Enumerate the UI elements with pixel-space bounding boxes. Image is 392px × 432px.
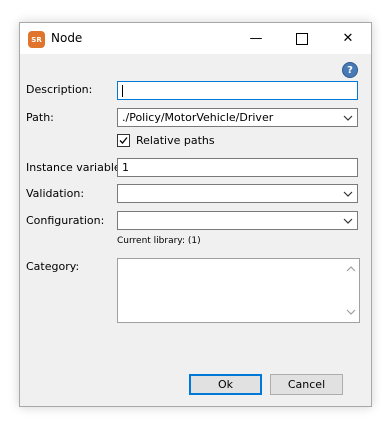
maximize-button[interactable] xyxy=(279,23,325,54)
instance-variable-label: Instance variable: xyxy=(26,161,125,174)
instance-variable-input[interactable]: 1 xyxy=(117,158,358,177)
maximize-icon xyxy=(296,32,308,45)
category-label: Category: xyxy=(26,260,80,273)
chevron-down-icon xyxy=(343,218,353,224)
node-dialog: SR Node — ✕ ? Description: Path: ./Polic… xyxy=(19,22,372,407)
description-label: Description: xyxy=(26,83,93,96)
relative-paths-checkbox[interactable] xyxy=(117,134,130,147)
validation-combobox[interactable] xyxy=(117,184,358,203)
cancel-button[interactable]: Cancel xyxy=(270,374,343,395)
scroll-down-icon[interactable] xyxy=(346,307,356,317)
path-combobox[interactable]: ./Policy/MotorVehicle/Driver xyxy=(117,108,358,127)
relative-paths-label[interactable]: Relative paths xyxy=(136,134,215,147)
scroll-up-icon[interactable] xyxy=(346,264,356,274)
window-title: Node xyxy=(51,31,83,45)
app-icon: SR xyxy=(28,31,45,48)
ok-button[interactable]: Ok xyxy=(189,374,262,395)
path-label: Path: xyxy=(26,111,54,124)
category-textarea[interactable] xyxy=(117,258,360,323)
description-input[interactable] xyxy=(117,81,358,100)
current-library-note: Current library: (1) xyxy=(117,236,201,246)
minimize-icon: — xyxy=(249,31,263,46)
help-icon[interactable]: ? xyxy=(342,62,358,78)
text-caret xyxy=(122,85,123,97)
checkmark-icon xyxy=(119,137,128,144)
chevron-down-icon xyxy=(343,115,353,121)
configuration-label: Configuration: xyxy=(26,214,105,227)
configuration-combobox[interactable] xyxy=(117,211,358,230)
chevron-down-icon xyxy=(343,191,353,197)
close-icon: ✕ xyxy=(342,31,354,46)
validation-label: Validation: xyxy=(26,187,85,200)
close-button[interactable]: ✕ xyxy=(325,23,371,54)
minimize-button[interactable]: — xyxy=(233,23,279,54)
title-bar: SR Node — ✕ xyxy=(20,23,371,54)
